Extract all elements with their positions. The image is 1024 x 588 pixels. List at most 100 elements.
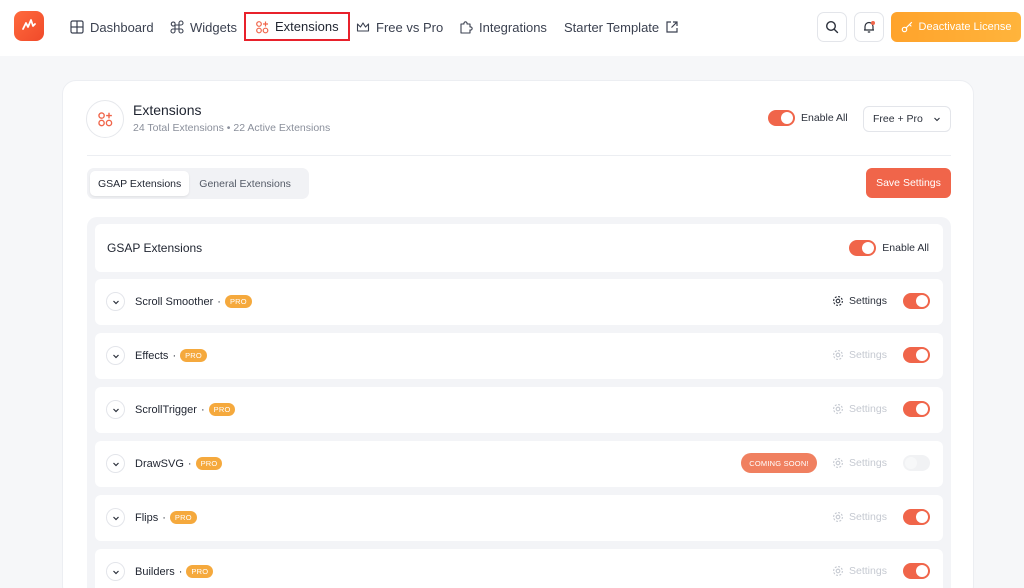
expand-button[interactable]: [106, 562, 125, 581]
coming-soon-badge: COMING SOON!: [741, 453, 817, 473]
extension-row: Effects · PRO Settings: [95, 333, 943, 379]
plan-filter-select[interactable]: Free + Pro: [863, 106, 951, 132]
separator-dot: ·: [172, 349, 177, 362]
pro-badge: PRO: [180, 349, 207, 362]
extension-row: DrawSVG · PRO COMING SOON! Settings: [95, 441, 943, 487]
extension-toggle[interactable]: [903, 563, 930, 579]
extensions-header-icon-wrap: [86, 100, 124, 138]
nav-dashboard[interactable]: Dashboard: [66, 13, 158, 41]
key-icon: [901, 21, 912, 33]
enable-all-gsap-label: Enable All: [882, 242, 929, 254]
gear-icon: [833, 566, 843, 576]
crown-icon: [356, 22, 370, 32]
nav-free-vs-pro-label: Free vs Pro: [376, 19, 444, 35]
gear-icon: [833, 350, 843, 360]
pro-badge: PRO: [195, 457, 223, 470]
nav-integrations-label: Integrations: [479, 19, 547, 35]
extension-name-wrap: Scroll Smoother · PRO: [135, 295, 252, 308]
panel-title: GSAP Extensions: [107, 241, 203, 255]
pro-badge: PRO: [169, 511, 197, 524]
separator-dot: ·: [200, 403, 205, 416]
enable-all-gsap-toggle[interactable]: [849, 240, 877, 256]
settings-link: Settings: [832, 403, 887, 415]
pro-badge: PRO: [208, 403, 236, 416]
page-title: Extensions: [133, 102, 202, 118]
separator-dot: ·: [178, 565, 183, 578]
settings-link: Settings: [832, 565, 887, 577]
extension-name-wrap: Effects · PRO: [135, 349, 207, 362]
pro-badge: PRO: [186, 565, 214, 578]
nav-starter-template[interactable]: Starter Template: [560, 13, 683, 41]
nav-widgets-label: Widgets: [190, 19, 237, 35]
settings-link[interactable]: Settings: [832, 295, 887, 307]
search-icon: [825, 20, 839, 34]
nav-extensions[interactable]: Extensions: [244, 12, 350, 41]
extension-row: Builders · PRO Settings: [95, 549, 943, 588]
header-divider: [87, 155, 951, 156]
settings-link: Settings: [832, 457, 887, 469]
expand-button[interactable]: [106, 454, 125, 473]
extensions-icon: [256, 20, 269, 33]
puzzle-icon: [460, 21, 473, 34]
separator-dot: ·: [187, 457, 192, 470]
enable-all-gsap[interactable]: Enable All: [849, 240, 929, 256]
chevron-down-icon: [112, 408, 119, 412]
extensions-icon: [98, 112, 113, 127]
extension-name-wrap: ScrollTrigger · PRO: [135, 403, 236, 416]
extension-name: DrawSVG: [135, 457, 184, 470]
bell-icon: [864, 21, 875, 33]
settings-label: Settings: [849, 349, 887, 361]
nav-starter-template-label: Starter Template: [564, 19, 660, 35]
expand-button[interactable]: [106, 400, 125, 419]
extension-toggle[interactable]: [903, 401, 930, 417]
tab-general-extensions[interactable]: General Extensions: [191, 171, 299, 196]
expand-button[interactable]: [106, 346, 125, 365]
tab-gsap-extensions[interactable]: GSAP Extensions: [90, 171, 190, 196]
deactivate-license-label: Deactivate License: [918, 21, 1012, 33]
nav-free-vs-pro[interactable]: Free vs Pro: [352, 13, 447, 41]
chevron-down-icon: [112, 354, 119, 358]
expand-button[interactable]: [106, 508, 125, 527]
plan-filter-value: Free + Pro: [873, 113, 923, 125]
external-link-icon: [666, 21, 678, 33]
chevron-down-icon: [112, 462, 119, 466]
settings-label: Settings: [849, 295, 887, 307]
settings-link: Settings: [832, 511, 887, 523]
expand-button[interactable]: [106, 292, 125, 311]
panel-header: GSAP Extensions Enable All: [95, 224, 943, 272]
extension-row: Scroll Smoother · PRO Settings: [95, 279, 943, 325]
settings-link: Settings: [832, 349, 887, 361]
extension-toggle[interactable]: [903, 509, 930, 525]
gear-icon: [833, 458, 843, 468]
extensions-count: 24 Total Extensions • 22 Active Extensio…: [133, 122, 331, 134]
separator-dot: ·: [217, 295, 221, 308]
extension-toggle[interactable]: [903, 293, 930, 309]
settings-label: Settings: [849, 565, 887, 577]
settings-label: Settings: [849, 511, 887, 523]
gear-icon: [833, 404, 843, 414]
extension-toggle[interactable]: [903, 347, 930, 363]
extension-name: ScrollTrigger: [135, 403, 197, 416]
notifications-button[interactable]: [854, 12, 884, 42]
app-logo[interactable]: [14, 11, 44, 41]
extension-name: Effects: [135, 349, 169, 362]
extension-row: ScrollTrigger · PRO Settings: [95, 387, 943, 433]
gear-icon: [833, 296, 843, 306]
deactivate-license-button[interactable]: Deactivate License: [891, 12, 1021, 42]
nav-widgets[interactable]: Widgets: [166, 13, 241, 41]
enable-all-global[interactable]: Enable All: [768, 110, 848, 126]
enable-all-global-label: Enable All: [801, 112, 848, 124]
command-icon: [170, 20, 184, 34]
top-navigation: Dashboard Widgets Extensions Free vs Pro…: [0, 0, 1024, 56]
nav-dashboard-label: Dashboard: [90, 19, 154, 35]
extension-name-wrap: Flips · PRO: [135, 511, 197, 524]
grid-icon: [70, 20, 84, 34]
chevron-down-icon: [112, 516, 119, 520]
extension-tabs: GSAP Extensions General Extensions: [87, 168, 309, 199]
extension-name-wrap: DrawSVG · PRO: [135, 457, 223, 470]
save-settings-button[interactable]: Save Settings: [866, 168, 951, 198]
chevron-down-icon: [112, 300, 119, 304]
search-button[interactable]: [817, 12, 847, 42]
nav-integrations[interactable]: Integrations: [455, 13, 551, 41]
enable-all-global-toggle[interactable]: [768, 110, 795, 126]
